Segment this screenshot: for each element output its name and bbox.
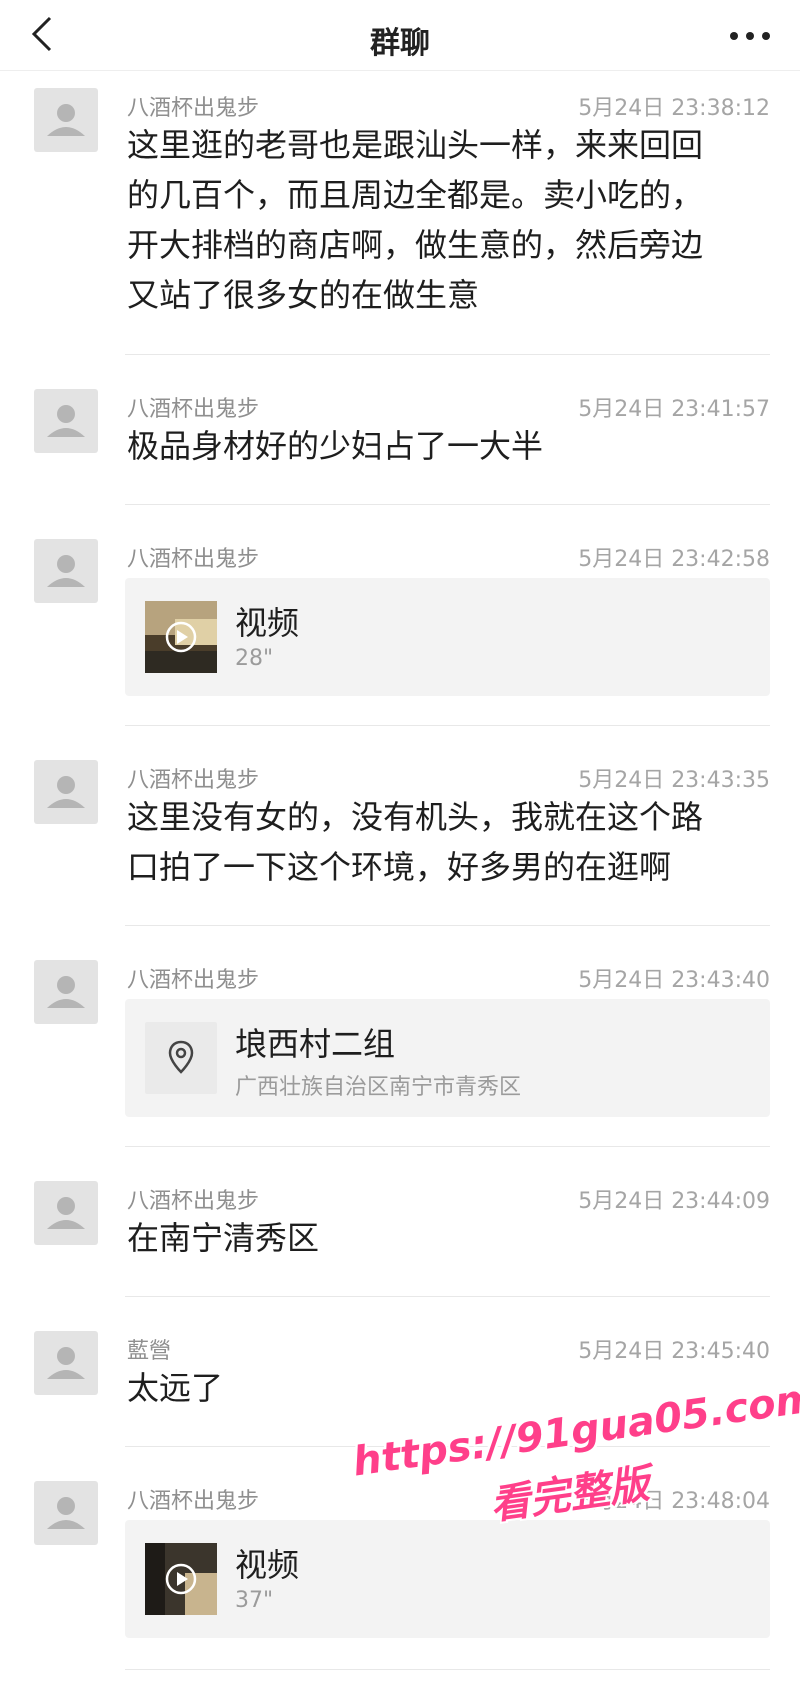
- video-duration: 28": [235, 646, 274, 671]
- default-user-icon: [47, 104, 85, 136]
- video-thumbnail: [145, 1543, 217, 1615]
- page-title: 群聊: [370, 26, 430, 61]
- sender-name: 八酒杯出鬼步: [127, 1189, 260, 1214]
- default-user-icon: [47, 555, 85, 587]
- sender-name: 八酒杯出鬼步: [127, 768, 260, 793]
- location-pin-icon: [168, 1040, 194, 1074]
- divider: [125, 725, 770, 726]
- message-text: 在南宁清秀区: [127, 1219, 320, 1257]
- location-name: 埌西村二组: [235, 1025, 396, 1063]
- message-time: 5月24日 23:42:58: [578, 547, 770, 572]
- sender-name: 八酒杯出鬼步: [127, 397, 260, 422]
- avatar[interactable]: [34, 88, 98, 152]
- divider: [125, 1146, 770, 1147]
- top-bar: 群聊: [0, 0, 800, 71]
- sender-name: 藍營: [127, 1339, 172, 1364]
- avatar[interactable]: [34, 1181, 98, 1245]
- default-user-icon: [47, 1497, 85, 1529]
- default-user-icon: [47, 776, 85, 808]
- more-dots-icon[interactable]: [728, 30, 772, 42]
- location-card[interactable]: 埌西村二组 广西壮族自治区南宁市青秀区: [125, 999, 770, 1117]
- avatar[interactable]: [34, 539, 98, 603]
- message-time: 5月24日 23:43:40: [578, 968, 770, 993]
- sender-name: 八酒杯出鬼步: [127, 547, 260, 572]
- video-label: 视频: [235, 604, 300, 642]
- default-user-icon: [47, 405, 85, 437]
- sender-name: 八酒杯出鬼步: [127, 96, 260, 121]
- avatar[interactable]: [34, 1481, 98, 1545]
- message-text: 这里逛的老哥也是跟汕头一样，来来回回 的几百个，而且周边全都是。卖小吃的， 开大…: [127, 126, 704, 314]
- message-text: 这里没有女的，没有机头，我就在这个路 口拍了一下这个环境，好多男的在逛啊: [127, 798, 704, 886]
- sender-name: 八酒杯出鬼步: [127, 968, 260, 993]
- default-user-icon: [47, 976, 85, 1008]
- location-icon-box: [145, 1022, 217, 1094]
- divider: [125, 1669, 770, 1670]
- location-address: 广西壮族自治区南宁市青秀区: [235, 1075, 522, 1100]
- video-thumbnail: [145, 601, 217, 673]
- video-card[interactable]: 视频 28": [125, 578, 770, 696]
- avatar[interactable]: [34, 960, 98, 1024]
- divider: [125, 1296, 770, 1297]
- default-user-icon: [47, 1197, 85, 1229]
- avatar[interactable]: [34, 389, 98, 453]
- avatar[interactable]: [34, 1331, 98, 1395]
- video-duration: 37": [235, 1588, 274, 1613]
- message-time: 5月24日 23:45:40: [578, 1339, 770, 1364]
- message-time: 5月24日 23:38:12: [578, 96, 770, 121]
- video-label: 视频: [235, 1546, 300, 1584]
- default-user-icon: [47, 1347, 85, 1379]
- avatar[interactable]: [34, 760, 98, 824]
- sender-name: 八酒杯出鬼步: [127, 1489, 260, 1514]
- message-time: 5月24日 23:41:57: [578, 397, 770, 422]
- divider: [125, 925, 770, 926]
- message-text: 极品身材好的少妇占了一大半: [127, 427, 544, 465]
- divider: [125, 504, 770, 505]
- message-time: 5月24日 23:44:09: [578, 1189, 770, 1214]
- message-time: 5月24日 23:43:35: [578, 768, 770, 793]
- divider: [125, 354, 770, 355]
